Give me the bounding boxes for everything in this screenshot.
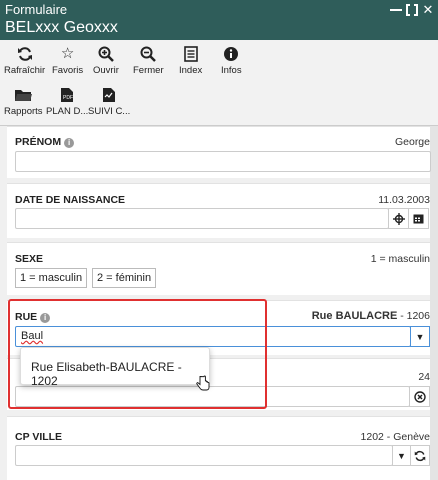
maximize-icon[interactable]	[406, 4, 418, 16]
zoom-out-icon	[140, 46, 157, 62]
info-label: Infos	[221, 65, 242, 76]
sexe-label: SEXE	[15, 253, 44, 265]
calendar-icon	[413, 214, 424, 224]
document-icon	[103, 88, 116, 102]
rue-value-suffix: - 1206	[397, 310, 430, 322]
cpville-label: CP VILLE	[15, 431, 63, 443]
suivi-button[interactable]: SUIVI C...	[88, 86, 130, 117]
caret-down-icon: ▼	[397, 450, 406, 461]
scrollbar[interactable]	[430, 126, 438, 480]
sexe-option-masculin[interactable]: 1 = masculin	[15, 268, 88, 288]
cpville-refresh-button[interactable]	[410, 445, 430, 466]
star-icon: ☆	[60, 45, 75, 62]
minimize-icon[interactable]	[390, 4, 402, 16]
toolbar: Rafraîchir ☆ Favoris Ouvrir Fermer Index	[0, 40, 438, 126]
refresh-label: Rafraîchir	[4, 65, 46, 76]
calendar-button[interactable]	[408, 208, 429, 229]
open-button[interactable]: Ouvrir	[93, 45, 119, 76]
close-label: Fermer	[133, 65, 164, 76]
open-label: Ouvrir	[93, 65, 119, 76]
close-button[interactable]: Fermer	[133, 45, 164, 76]
plan-button[interactable]: PDF PLAN D...	[46, 86, 88, 117]
folder-icon	[15, 90, 33, 101]
rue-dropdown-button[interactable]: ▼	[410, 326, 430, 347]
pdf-icon: PDF	[61, 88, 74, 102]
reports-label: Rapports	[4, 106, 43, 117]
info-button[interactable]: Infos	[221, 45, 242, 76]
prenom-label: PRÉNOM	[15, 136, 62, 148]
rue-value: Rue BAULACRE	[311, 310, 398, 322]
refresh-icon	[414, 450, 426, 461]
window-title: BELxxx Geoxxx	[5, 19, 118, 36]
cpville-dropdown-button[interactable]: ▼	[392, 445, 411, 466]
numero-value: 24	[418, 371, 430, 383]
index-label: Index	[179, 65, 203, 76]
window-subtitle: Formulaire	[5, 2, 68, 17]
naissance-value: 11.03.2003	[378, 194, 430, 206]
rue-suggestions: Rue Elisabeth-BAULACRE - 1202	[20, 347, 210, 388]
close-icon[interactable]: ✕	[422, 3, 434, 16]
svg-text:PDF: PDF	[63, 95, 73, 101]
title-bar: Formulaire BELxxx Geoxxx ✕	[0, 0, 438, 40]
info-icon[interactable]: i	[64, 138, 75, 148]
favorites-label: Favoris	[52, 65, 84, 76]
naissance-label: DATE DE NAISSANCE	[15, 194, 126, 206]
clear-icon	[413, 390, 426, 403]
sexe-option-feminin[interactable]: 2 = féminin	[92, 268, 157, 288]
prenom-input[interactable]	[15, 151, 431, 172]
hand-cursor-icon	[196, 375, 210, 395]
index-icon	[183, 46, 198, 62]
refresh-icon	[17, 47, 32, 61]
naissance-input[interactable]	[15, 208, 389, 229]
field-naissance: DATE DE NAISSANCE 11.03.2003	[7, 183, 430, 238]
zoom-in-icon	[98, 46, 114, 62]
cpville-input[interactable]	[15, 445, 393, 466]
plan-label: PLAN D...	[46, 106, 89, 117]
cpville-value: 1202 - Genève	[360, 431, 430, 443]
field-sexe: SEXE 1 = masculin 1 = masculin 2 = fémin…	[7, 242, 430, 295]
suggestion-item[interactable]: Rue Elisabeth-BAULACRE - 1202	[31, 360, 209, 388]
clear-button[interactable]	[409, 386, 430, 407]
info-icon	[224, 47, 239, 61]
sexe-value: 1 = masculin	[370, 253, 430, 265]
favorites-button[interactable]: ☆ Favoris	[52, 45, 83, 76]
field-prenom: PRÉNOM i George	[7, 126, 431, 178]
refresh-button[interactable]: Rafraîchir	[4, 45, 45, 76]
caret-down-icon: ▼	[415, 331, 425, 342]
field-cpville: CP VILLE 1202 - Genève ▼	[7, 416, 430, 480]
crosshair-icon	[392, 212, 405, 225]
index-button[interactable]: Index	[179, 45, 202, 76]
prenom-value: George	[394, 136, 430, 148]
reports-button[interactable]: Rapports	[4, 86, 43, 117]
locate-button[interactable]	[388, 208, 409, 229]
suivi-label: SUIVI C...	[88, 106, 131, 117]
